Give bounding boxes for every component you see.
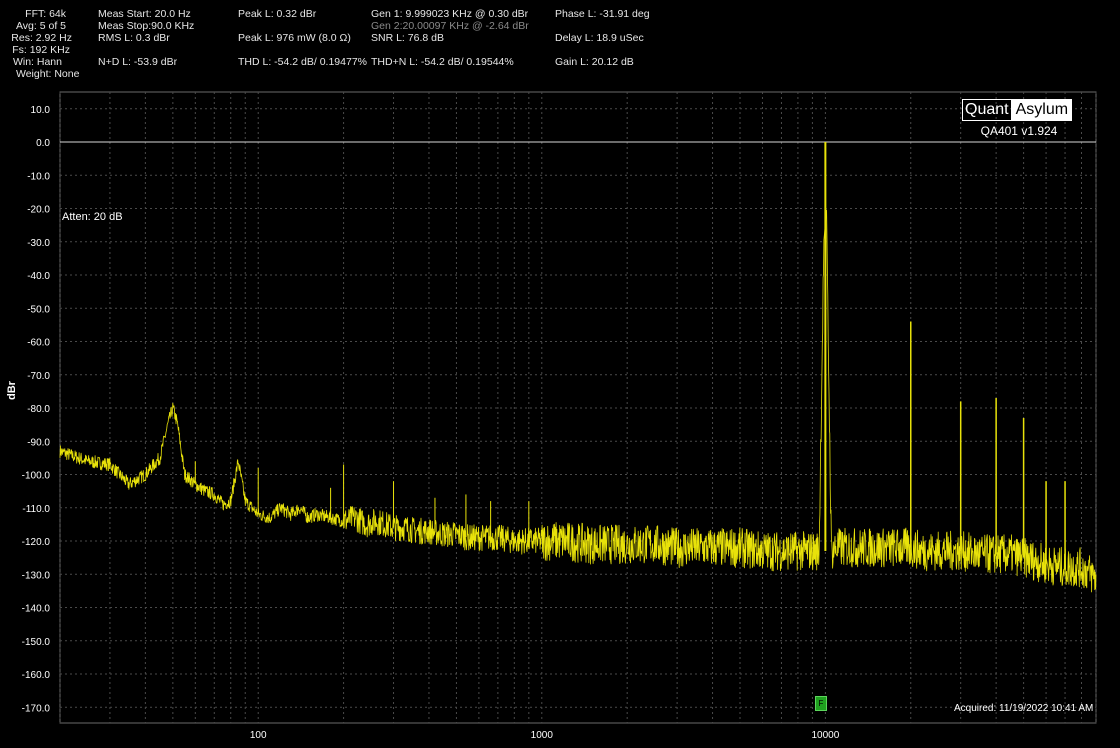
y-tick-label: -20.0 xyxy=(27,205,50,216)
thdn-readout: THD+N L: -54.2 dB/ 0.19544% xyxy=(371,56,514,68)
delay-readout: Delay L: 18.9 uSec xyxy=(555,32,644,44)
weighting-readout: Weight: None xyxy=(16,68,80,80)
attenuation-label: Atten: 20 dB xyxy=(62,211,123,223)
version-label: QA401 v1.924 xyxy=(980,124,1058,138)
window-readout: Win: Hann xyxy=(12,56,62,68)
y-tick-label: -160.0 xyxy=(22,670,51,681)
acquired-timestamp: Acquired: 11/19/2022 10:41 AM xyxy=(954,703,1094,714)
phase-readout: Phase L: -31.91 deg xyxy=(555,8,650,20)
y-tick-label: -120.0 xyxy=(22,537,51,548)
y-tick-label: -140.0 xyxy=(22,604,51,615)
spectrum-plot[interactable]: 10.0 0.0 -10.0 -20.0 -30.0 -40.0 -50.0 -60.0 -70… xyxy=(0,0,1120,748)
peak-power-readout: Peak L: 976 mW (8.0 Ω) xyxy=(238,32,351,44)
sample-rate-readout: Fs: 192 KHz xyxy=(12,44,70,56)
y-tick-label: -70.0 xyxy=(27,371,50,382)
rms-readout: RMS L: 0.3 dBr xyxy=(98,32,170,44)
logo-quant: Quant xyxy=(962,99,1012,121)
y-tick-label: -10.0 xyxy=(27,171,50,182)
x-tick-label: 100 xyxy=(250,730,267,741)
y-tick-label: -130.0 xyxy=(22,570,51,581)
avg-readout: Avg: 5 of 5 xyxy=(15,20,66,32)
y-axis-label: dBr xyxy=(6,381,18,400)
y-tick-label: -110.0 xyxy=(22,504,50,515)
quantasylum-logo: Quant Asylum xyxy=(962,99,1073,121)
resolution-readout: Res: 2.92 Hz xyxy=(11,32,72,44)
x-tick-label: 10000 xyxy=(811,730,839,741)
gen1-readout: Gen 1: 9.999023 KHz @ 0.30 dBr xyxy=(371,8,529,20)
y-tick-label: -90.0 xyxy=(27,437,50,448)
fft-size-readout: FFT: 64k xyxy=(25,8,66,20)
y-tick-label: -40.0 xyxy=(27,271,50,282)
y-tick-label: 10.0 xyxy=(31,105,51,116)
y-tick-label: -60.0 xyxy=(27,338,50,349)
thd-readout: THD L: -54.2 dB/ 0.19477% xyxy=(238,56,367,68)
gain-readout: Gain L: 20.12 dB xyxy=(555,56,634,68)
noise-distortion-readout: N+D L: -53.9 dBr xyxy=(98,56,178,68)
y-tick-label: 0.0 xyxy=(36,138,50,149)
peak-dbr-readout: Peak L: 0.32 dBr xyxy=(238,8,317,20)
meas-stop-readout: Meas Stop:90.0 KHz xyxy=(98,20,195,32)
y-tick-label: -170.0 xyxy=(22,703,51,714)
y-tick-label: -100.0 xyxy=(22,471,51,482)
x-tick-label: 1000 xyxy=(531,730,554,741)
snr-readout: SNR L: 76.8 dB xyxy=(371,32,444,44)
gen2-readout: Gen 2:20.00097 KHz @ -2.64 dBr xyxy=(371,20,529,32)
y-tick-label: -150.0 xyxy=(22,637,51,648)
spectrum-trace xyxy=(59,209,1097,593)
y-tick-label: -30.0 xyxy=(27,238,50,249)
frequency-marker[interactable]: F xyxy=(815,696,827,711)
y-tick-label: -50.0 xyxy=(27,304,50,315)
logo-asylum: Asylum xyxy=(1011,99,1073,121)
meas-start-readout: Meas Start: 20.0 Hz xyxy=(98,8,191,20)
y-tick-label: -80.0 xyxy=(27,404,50,415)
